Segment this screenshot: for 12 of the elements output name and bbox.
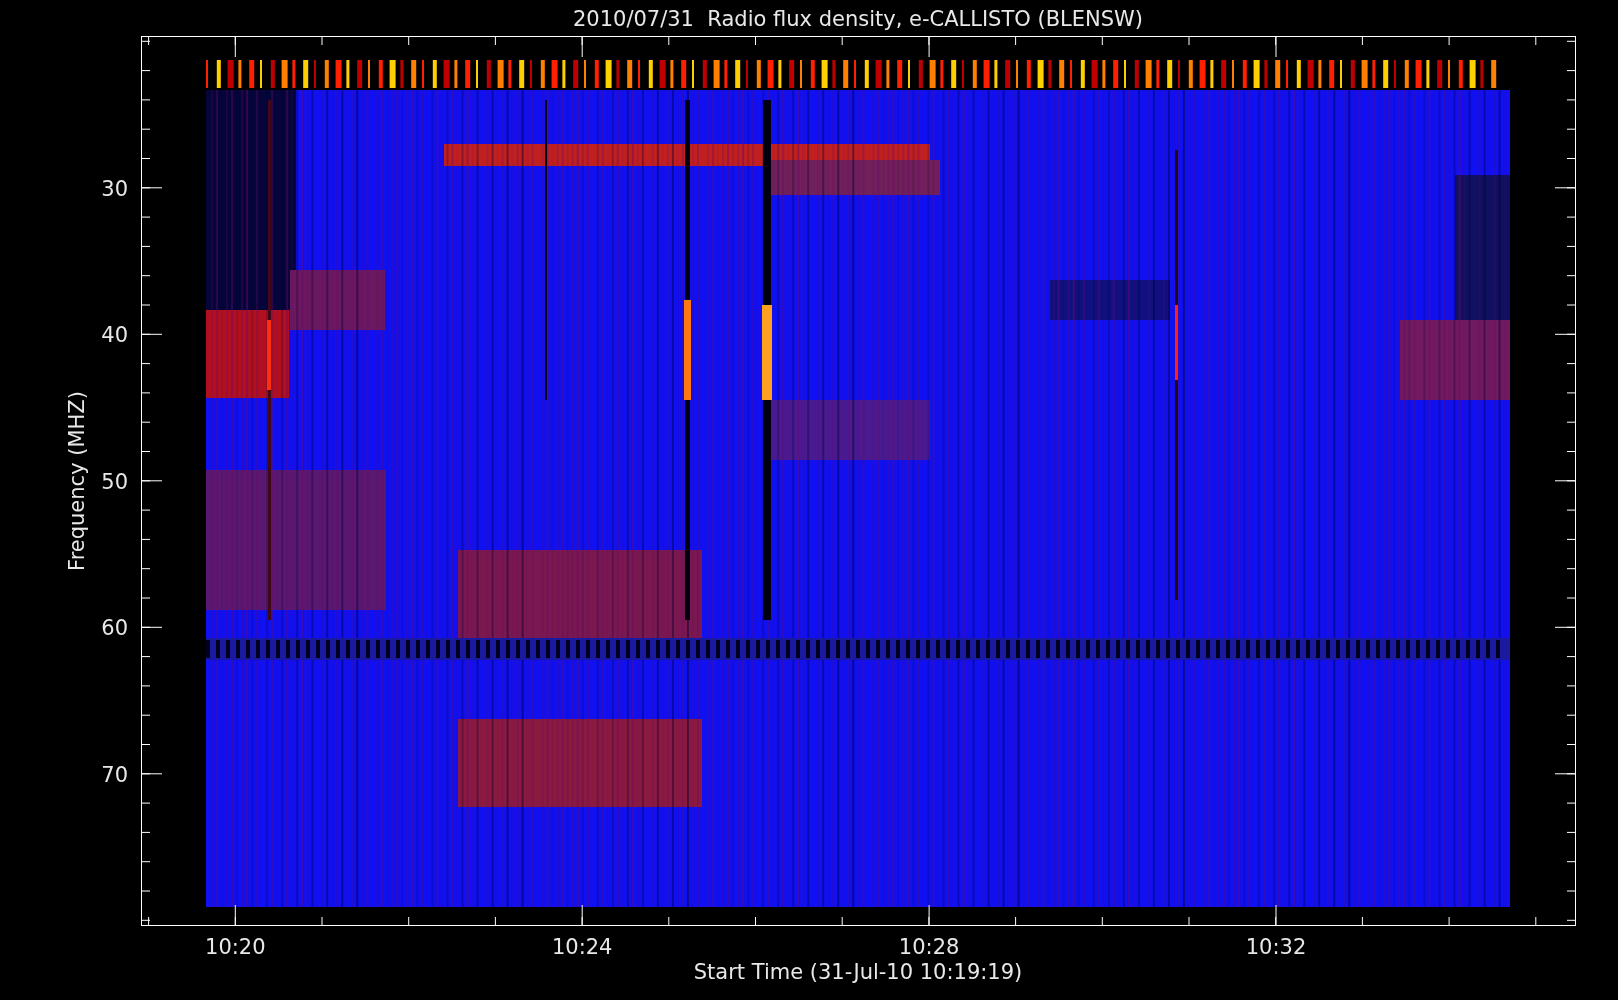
y-tick-label: 70	[101, 762, 128, 787]
y-tick-label: 40	[101, 323, 128, 348]
x-tick-label: 10:20	[205, 935, 266, 959]
y-tick-label: 50	[101, 469, 128, 494]
y-axis-label: Frequency (MHZ)	[65, 391, 89, 571]
x-axis-label: Start Time (31-Jul-10 10:19:19)	[693, 960, 1023, 984]
x-tick-label: 10:24	[551, 935, 613, 959]
y-tick-label: 60	[101, 616, 128, 641]
y-tick-label: 30	[101, 176, 128, 201]
x-tick-label: 10:28	[898, 935, 960, 959]
chart-title: 2010/07/31 Radio flux density, e-CALLISTO (BLENSW)	[572, 7, 1144, 31]
x-tick-label: 10:32	[1245, 935, 1307, 959]
